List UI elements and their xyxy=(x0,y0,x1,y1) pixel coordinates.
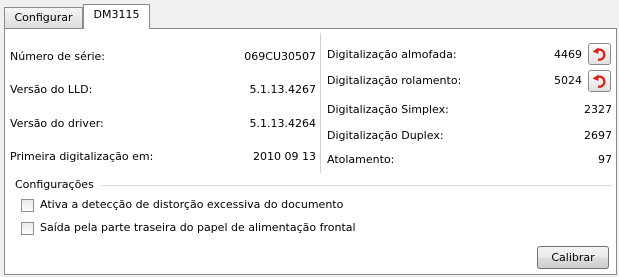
tab-bar: Configurar DM3115 xyxy=(0,0,619,29)
pad-scans-value: 4469 xyxy=(554,48,582,61)
pad-scans-label: Digitalização almofada: xyxy=(327,48,457,61)
distortion-detection-label[interactable]: Ativa a detecção de distorção excessiva … xyxy=(40,197,343,213)
undo-arrow-icon xyxy=(592,74,606,88)
simplex-scans-value: 2327 xyxy=(584,103,612,116)
rear-exit-label[interactable]: Saída pela parte traseira do papel de al… xyxy=(40,220,356,236)
jams-value: 97 xyxy=(598,153,612,166)
tab-panel: Número de série: 069CU30507 Versão do LL… xyxy=(4,28,617,275)
tab-dm3115[interactable]: DM3115 xyxy=(83,4,150,29)
serial-number-label: Número de série: xyxy=(10,50,105,63)
rear-exit-checkbox[interactable] xyxy=(21,222,34,235)
calibrate-button[interactable]: Calibrar xyxy=(537,246,609,269)
settings-group-title: Configurações xyxy=(15,178,94,191)
undo-arrow-icon xyxy=(592,47,606,61)
simplex-scans-label: Digitalização Simplex: xyxy=(327,103,449,116)
driver-version-row: Versão do driver: 5.1.13.4264 xyxy=(10,116,316,132)
tab-configurar[interactable]: Configurar xyxy=(4,7,83,28)
simplex-scans-row: Digitalização Simplex: 2327 xyxy=(327,102,612,118)
first-scan-row: Primeira digitalização em: 2010 09 13 xyxy=(10,149,316,165)
duplex-scans-value: 2697 xyxy=(584,129,612,142)
first-scan-label: Primeira digitalização em: xyxy=(10,150,154,163)
duplex-scans-label: Digitalização Duplex: xyxy=(327,129,444,142)
lld-version-label: Versão do LLD: xyxy=(10,83,93,96)
lld-version-value: 5.1.13.4267 xyxy=(249,83,316,96)
distortion-detection-checkbox[interactable] xyxy=(21,199,34,212)
jams-label: Atolamento: xyxy=(327,153,395,166)
column-divider xyxy=(320,33,321,173)
settings-group-separator xyxy=(100,185,613,186)
pad-scans-row: Digitalização almofada: 4469 xyxy=(327,47,582,63)
lld-version-row: Versão do LLD: 5.1.13.4267 xyxy=(10,82,316,98)
driver-version-label: Versão do driver: xyxy=(10,117,104,130)
first-scan-value: 2010 09 13 xyxy=(253,150,316,163)
reset-roller-button[interactable] xyxy=(588,70,611,92)
roller-scans-row: Digitalização rolamento: 5024 xyxy=(327,73,582,89)
duplex-scans-row: Digitalização Duplex: 2697 xyxy=(327,128,612,144)
jams-row: Atolamento: 97 xyxy=(327,152,612,168)
roller-scans-label: Digitalização rolamento: xyxy=(327,74,462,87)
reset-pad-button[interactable] xyxy=(588,43,611,65)
driver-version-value: 5.1.13.4264 xyxy=(249,117,316,130)
serial-number-row: Número de série: 069CU30507 xyxy=(10,49,316,65)
roller-scans-value: 5024 xyxy=(554,74,582,87)
serial-number-value: 069CU30507 xyxy=(244,50,316,63)
